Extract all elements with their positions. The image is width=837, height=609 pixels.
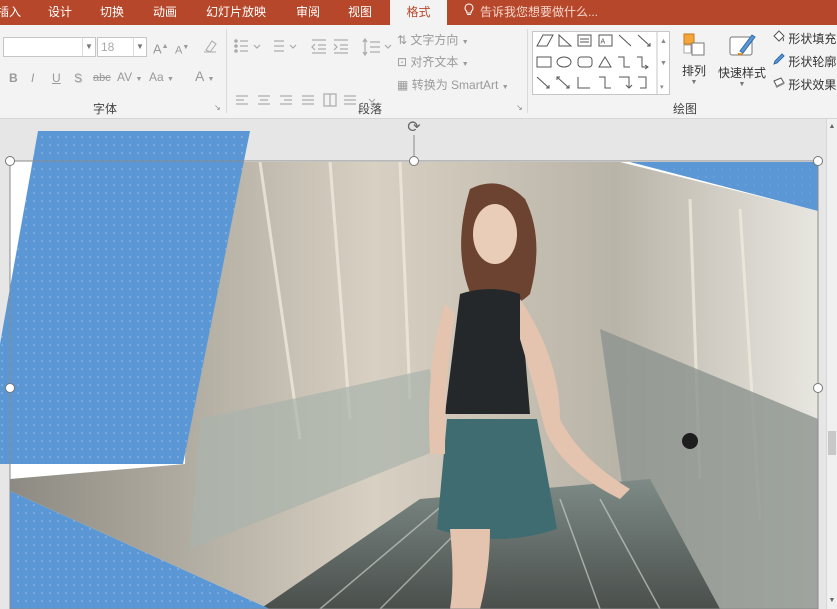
slide-image[interactable]: [0, 119, 826, 609]
ribbon-tab-bar: 插入 设计 切换 动画 幻灯片放映 审阅 视图 格式 告诉我您想要做什么...: [0, 0, 837, 25]
vertical-scrollbar[interactable]: ▲ ▼: [826, 119, 837, 609]
tab-insert[interactable]: 插入: [0, 0, 24, 25]
svg-text:▾: ▾: [660, 84, 664, 91]
align-text-icon: ⊡: [397, 55, 408, 69]
align-text-button[interactable]: ⊡ 对齐文本 ▼: [397, 53, 469, 71]
shape-outline-button[interactable]: 形状轮廓: [772, 53, 836, 71]
paragraph-dialog-launcher-icon[interactable]: ↘: [516, 104, 524, 112]
resize-handle[interactable]: [5, 383, 15, 393]
resize-handle[interactable]: [409, 156, 419, 166]
resize-handle[interactable]: [5, 156, 15, 166]
shape-effects-button[interactable]: 形状效果: [772, 76, 836, 94]
font-dialog-launcher-icon[interactable]: ↘: [214, 104, 222, 112]
paint-bucket-icon: [772, 30, 788, 46]
tab-animations[interactable]: 动画: [145, 0, 185, 25]
shape-fill-button[interactable]: 形状填充: [772, 30, 836, 48]
shapes-gallery[interactable]: A ▲ ▼ ▾: [532, 31, 670, 95]
shadow-button[interactable]: S: [74, 69, 82, 87]
tab-view[interactable]: 视图: [340, 0, 380, 25]
rotate-handle-icon[interactable]: ⟳: [403, 119, 425, 137]
font-size-combo[interactable]: 18 ▼: [97, 37, 147, 57]
font-name-combo[interactable]: ▼: [3, 37, 96, 57]
scroll-up-icon[interactable]: ▲: [827, 121, 837, 133]
tab-slideshow[interactable]: 幻灯片放映: [200, 0, 272, 25]
svg-text:▲: ▲: [660, 38, 667, 45]
quick-styles-label: 快速样式: [717, 66, 766, 80]
text-direction-button[interactable]: ⇅ 文字方向 ▼: [397, 31, 469, 49]
font-size-value: 18: [101, 40, 115, 54]
paragraph-group-label: 段落: [357, 102, 382, 116]
tell-me-box[interactable]: 告诉我您想要做什么...: [462, 0, 598, 25]
resize-handle[interactable]: [813, 156, 823, 166]
svg-text:A: A: [601, 39, 606, 46]
ribbon: ▼ 18 ▼ A▲ A▼ B I U S abc AV ▼ Aa ▼ A ▼ 字…: [0, 25, 837, 119]
grow-font-button[interactable]: A▲: [153, 38, 169, 56]
chevron-down-icon[interactable]: ▼: [133, 38, 146, 56]
group-divider: [226, 29, 227, 113]
clear-format-icon[interactable]: [202, 38, 218, 56]
scroll-down-icon[interactable]: ▼: [827, 595, 837, 607]
chevron-down-icon[interactable]: ▼: [82, 38, 95, 56]
shapes-gallery-icon[interactable]: A ▲ ▼ ▾: [533, 32, 670, 95]
arrange-button[interactable]: 排列 ▼: [676, 31, 712, 86]
slide-canvas[interactable]: ⟳: [0, 119, 826, 609]
text-direction-icon: ⇅: [397, 33, 408, 47]
drawing-group-label: 绘图: [672, 102, 697, 116]
quick-styles-icon: [729, 34, 756, 56]
svg-text:▼: ▼: [660, 60, 667, 67]
strikethrough-button[interactable]: abc: [93, 69, 111, 87]
scrollbar-thumb[interactable]: [828, 431, 836, 455]
arrange-icon: [683, 33, 705, 56]
italic-button[interactable]: I: [31, 69, 34, 87]
group-divider: [527, 29, 528, 113]
font-color-button[interactable]: A ▼: [195, 67, 214, 85]
bold-button[interactable]: B: [9, 69, 18, 87]
tab-review[interactable]: 审阅: [288, 0, 328, 25]
shrink-font-button[interactable]: A▼: [175, 39, 189, 57]
tell-me-text: 告诉我您想要做什么...: [480, 5, 599, 19]
font-group-label: 字体: [92, 102, 117, 116]
pencil-icon: [772, 53, 788, 69]
char-spacing-button[interactable]: AV ▼: [117, 68, 142, 86]
lightbulb-icon: [462, 0, 476, 25]
resize-handle[interactable]: [813, 383, 823, 393]
tab-transitions[interactable]: 切换: [92, 0, 132, 25]
paragraph-buttons-icon[interactable]: [232, 37, 524, 107]
shape-effects-icon: [772, 77, 788, 92]
tab-design[interactable]: 设计: [40, 0, 80, 25]
underline-button[interactable]: U: [52, 69, 61, 87]
quick-styles-button[interactable]: 快速样式 ▼: [714, 31, 770, 88]
change-case-button[interactable]: Aa ▼: [149, 68, 174, 86]
convert-smartart-button[interactable]: ▦ 转换为 SmartArt ▼: [397, 76, 509, 94]
arrange-label: 排列: [681, 64, 706, 78]
tab-format[interactable]: 格式: [390, 0, 447, 25]
smartart-icon: ▦: [397, 78, 409, 92]
